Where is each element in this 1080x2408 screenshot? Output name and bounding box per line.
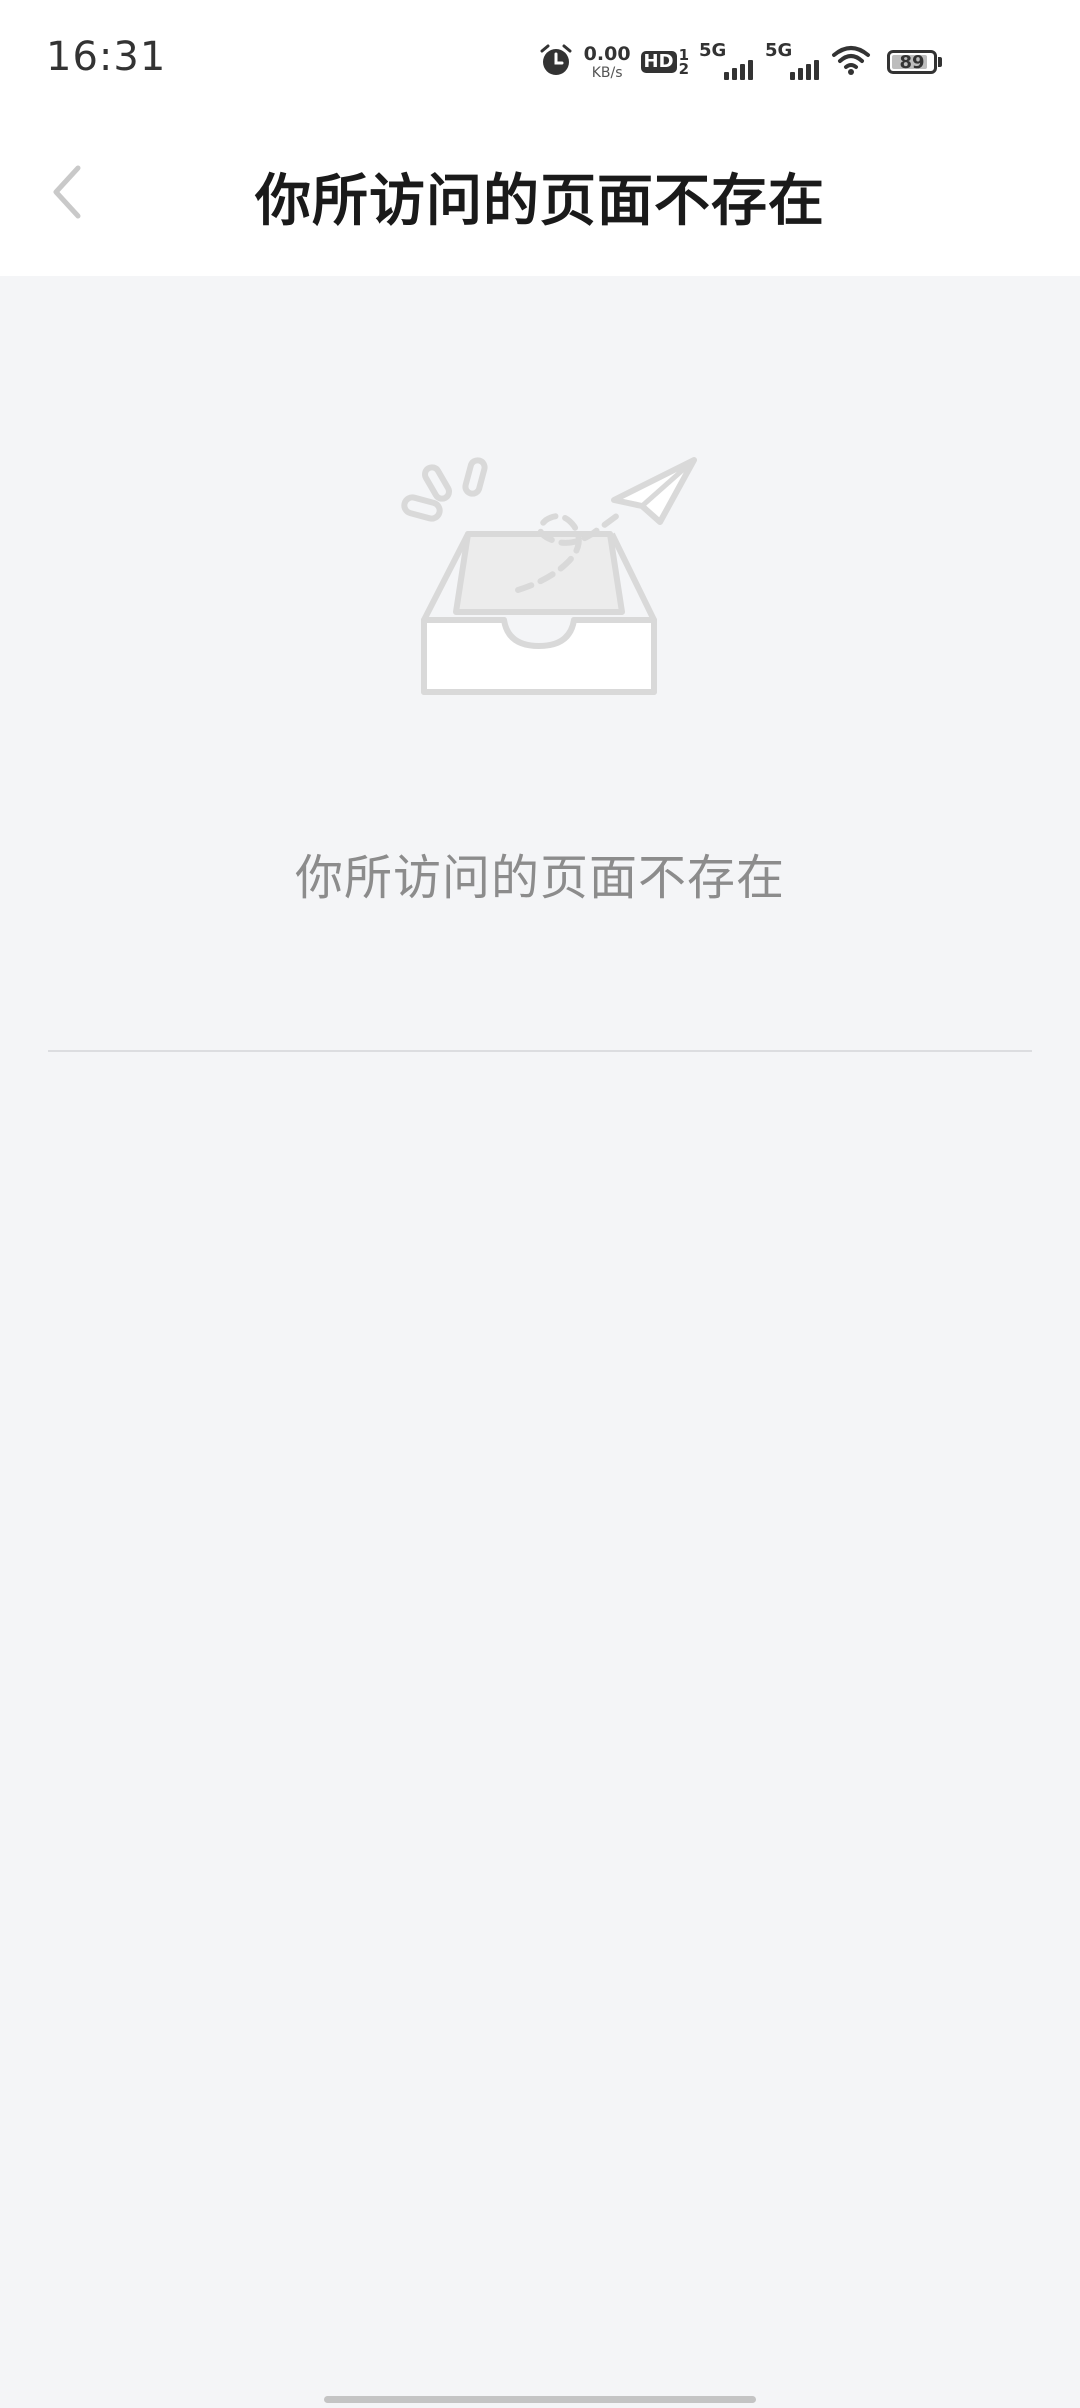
sim1-network-type: 5G [699,40,727,61]
hd-voice-icon: HD 1 2 [640,47,689,78]
empty-tray-paper-plane-icon [390,440,710,710]
wifi-icon [831,43,871,81]
battery-level: 89 [899,51,925,73]
page-title: 你所访问的页面不存在 [255,169,825,234]
sim2-network-type: 5G [765,40,793,61]
empty-state-message: 你所访问的页面不存在 [294,850,785,906]
alarm-icon [538,42,574,82]
network-speed-unit: KB/s [591,64,623,81]
signal-icon: 5G [699,40,755,82]
hd-label: HD [640,51,677,73]
status-bar: 16:31 0.00 KB/s HD 1 2 5G 5G 89 [0,0,1080,120]
navigation-bar: 你所访问的页面不存在 [0,120,1080,276]
hd-sim-bottom: 2 [678,60,689,78]
signal-icon: 5G [765,40,821,82]
divider [48,1050,1032,1052]
battery-icon: 89 [881,50,942,74]
status-icons: 0.00 KB/s HD 1 2 5G 5G 89 [538,38,942,86]
home-indicator[interactable] [324,2396,756,2403]
network-speed: 0.00 KB/s [583,42,631,81]
network-speed-value: 0.00 [583,42,631,65]
status-time: 16:31 [46,34,167,80]
